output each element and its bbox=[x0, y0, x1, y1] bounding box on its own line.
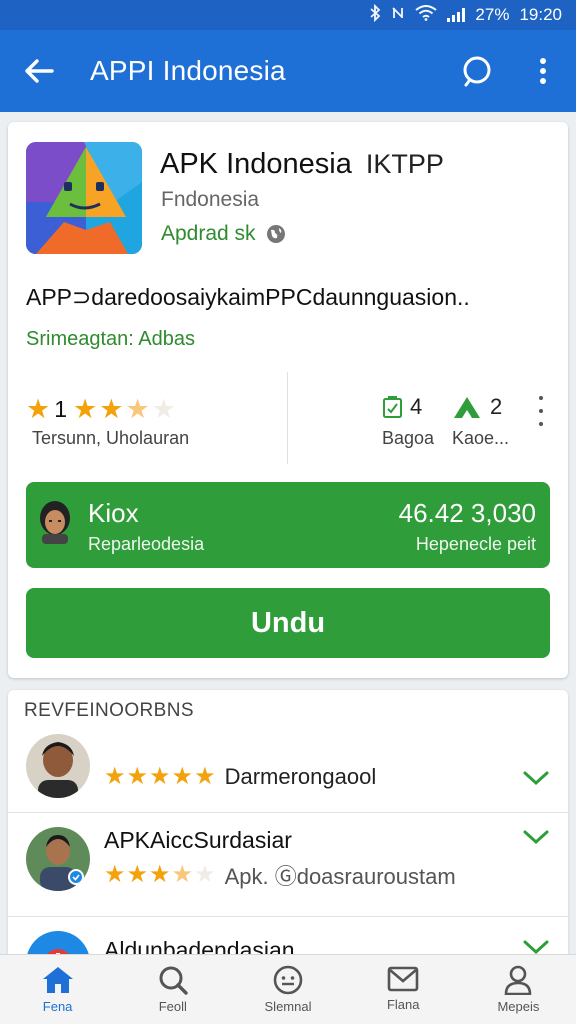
avatar bbox=[26, 827, 90, 891]
review-item[interactable]: ★ ★ ★ ★ ★ Darmerongaool bbox=[8, 720, 568, 824]
stat2-value: 2 bbox=[490, 394, 503, 419]
category: Apdrad sk bbox=[161, 222, 286, 246]
nav-home[interactable]: Fena bbox=[0, 955, 115, 1024]
chevron-down-icon[interactable] bbox=[522, 827, 550, 847]
avatar bbox=[26, 734, 90, 798]
app-subtitle: Srimeagtan: Adbas bbox=[26, 328, 195, 350]
star-half-icon: ★ bbox=[125, 394, 150, 424]
nav-home-label: Fena bbox=[42, 999, 73, 1014]
globe-icon bbox=[266, 225, 285, 243]
review-rating: ★ ★ ★ ★ ★ Darmerongaool bbox=[104, 763, 377, 790]
promo-avatar bbox=[38, 500, 72, 544]
battery-percent: 27% bbox=[475, 5, 510, 24]
app-name-tag: IKTPP bbox=[365, 149, 444, 179]
developer-link[interactable]: Fndonesia bbox=[161, 188, 259, 212]
install-button[interactable]: Undu bbox=[26, 588, 550, 658]
clock: 19:20 bbox=[519, 5, 562, 24]
promo-price-subtitle: Hepenecle peit bbox=[415, 534, 536, 554]
nfc-icon bbox=[391, 4, 405, 26]
app-icon bbox=[26, 142, 142, 254]
app-bar: APPI Indonesia bbox=[0, 30, 576, 112]
review-text: Darmerongaool bbox=[224, 764, 377, 789]
review-text: Apk. Ⓖdoasrauroustam bbox=[224, 864, 456, 889]
stat1-value: 4 bbox=[410, 394, 423, 419]
review-item[interactable]: APKAiccSurdasiar ★ ★ ★ ★ ★ Apk. Ⓖdoasraurous… bbox=[8, 812, 568, 916]
promo-title: Kiox bbox=[88, 498, 139, 528]
star-icon: ★ bbox=[99, 394, 124, 424]
rating-label: Tersunn, Uholauran bbox=[32, 428, 190, 448]
nav-search-label: Feoll bbox=[158, 999, 187, 1014]
app-description: APP⊃daredoosaiykaimPPCdaunnguasion.. bbox=[26, 284, 470, 310]
smiley-icon bbox=[273, 965, 303, 995]
back-button[interactable] bbox=[0, 30, 78, 112]
chevron-down-icon[interactable] bbox=[522, 768, 550, 788]
divider bbox=[287, 372, 288, 464]
leaf-icon bbox=[454, 397, 480, 418]
stat-downloads: 4 bbox=[382, 394, 422, 420]
stat1-label: Bagoa bbox=[382, 428, 435, 448]
search-button[interactable] bbox=[444, 30, 510, 112]
bluetooth-icon bbox=[369, 3, 381, 26]
search-icon bbox=[463, 56, 491, 87]
overflow-menu-button[interactable] bbox=[510, 30, 576, 112]
rating: ★ 1 ★ ★ ★ ★ bbox=[26, 396, 176, 423]
arrow-left-icon bbox=[25, 59, 54, 83]
nav-mail[interactable]: Flana bbox=[346, 955, 461, 1024]
more-vert-icon bbox=[540, 58, 546, 84]
star-icon: ★ bbox=[26, 394, 51, 424]
page-title: APPI Indonesia bbox=[90, 55, 286, 86]
category-label: Apdrad sk bbox=[161, 222, 256, 245]
home-icon bbox=[42, 967, 73, 993]
nav-profile[interactable]: Mepeis bbox=[461, 955, 576, 1024]
review-rating: ★ ★ ★ ★ ★ Apk. Ⓖdoasrauroustam bbox=[104, 861, 456, 890]
stats-more-button[interactable] bbox=[534, 396, 548, 426]
nav-social[interactable]: Slemnal bbox=[230, 955, 345, 1024]
nav-search[interactable]: Feoll bbox=[115, 955, 230, 1024]
promo-banner[interactable]: Kiox Reparleodesia 46.42 3,030 Hepenecle… bbox=[26, 482, 550, 568]
stat-size: 2 bbox=[452, 394, 502, 420]
clipboard-check-icon bbox=[383, 396, 402, 418]
status-bar: 27% 19:20 bbox=[0, 0, 576, 30]
reviews-heading: REVFEINOORBNS bbox=[24, 700, 194, 721]
stat2-label: Kaoe... bbox=[452, 428, 510, 448]
mail-icon bbox=[387, 966, 419, 992]
nav-profile-label: Mepeis bbox=[497, 999, 540, 1014]
app-detail-card: APK Indonesia IKTPP Fndonesia Apdrad sk A… bbox=[8, 122, 568, 678]
nav-mail-label: Flana bbox=[386, 997, 420, 1012]
app-name: APK Indonesia IKTPP bbox=[160, 148, 444, 180]
search-icon bbox=[159, 966, 188, 995]
star-empty-icon: ★ bbox=[151, 394, 176, 424]
person-icon bbox=[505, 965, 532, 995]
promo-subtitle: Reparleodesia bbox=[88, 534, 205, 554]
promo-price: 46.42 3,030 bbox=[398, 498, 536, 528]
reviewer-name: APKAiccSurdasiar bbox=[104, 827, 292, 853]
nav-social-label: Slemnal bbox=[264, 999, 312, 1014]
rating-value: 1 bbox=[54, 396, 68, 422]
signal-icon bbox=[447, 8, 466, 22]
bottom-navigation: Fena Feoll Slemnal Flana Mepeis bbox=[0, 954, 576, 1024]
wifi-icon bbox=[415, 5, 438, 25]
stats-row: ★ 1 ★ ★ ★ ★ Tersunn, Uholauran 4 2 Bagoa… bbox=[8, 372, 568, 464]
reviews-section: REVFEINOORBNS ★ ★ ★ ★ ★ Darmerongaool APKAic… bbox=[8, 690, 568, 990]
star-icon: ★ bbox=[73, 394, 98, 424]
